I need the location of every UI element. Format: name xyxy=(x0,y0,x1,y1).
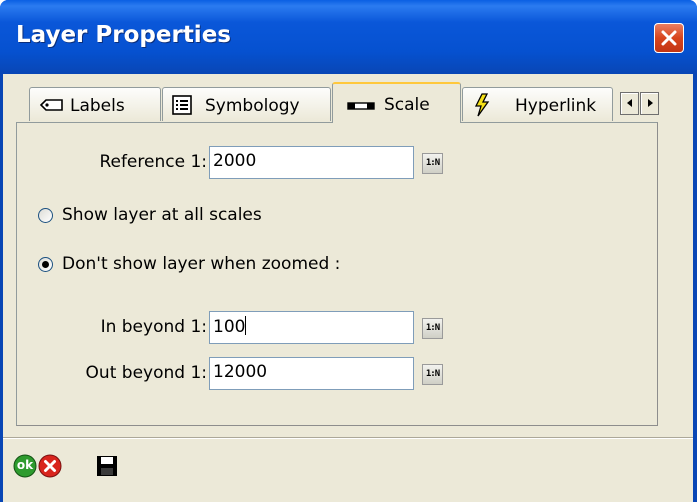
in-beyond-scale-button[interactable]: 1:N xyxy=(422,318,443,339)
scale-bar-icon xyxy=(347,102,375,110)
tab-labels-label: Labels xyxy=(70,96,125,116)
window-border-right xyxy=(693,74,697,502)
out-beyond-label: Out beyond 1: xyxy=(85,363,207,383)
in-beyond-value: 100 xyxy=(213,317,246,337)
dialog-body: Labels Symbology Scale Hyperlink Referen… xyxy=(3,74,693,502)
tab-hyperlink-label: Hyperlink xyxy=(515,96,597,116)
tab-scale-label: Scale xyxy=(384,95,430,115)
reference-scale-input[interactable]: 2000 xyxy=(209,146,414,179)
tab-hyperlink[interactable]: Hyperlink xyxy=(462,87,613,121)
reference-scale-button[interactable]: 1:N xyxy=(422,153,443,174)
text-caret xyxy=(245,316,247,335)
cancel-icon xyxy=(38,454,62,478)
out-beyond-input[interactable]: 12000 xyxy=(209,357,414,390)
scale-tab-panel: Reference 1: 2000 1:N Show layer at all … xyxy=(16,122,658,426)
out-beyond-scale-button[interactable]: 1:N xyxy=(422,364,443,385)
reference-label: Reference 1: xyxy=(99,152,207,172)
arrow-left-icon xyxy=(627,99,632,107)
in-beyond-input[interactable]: 100 xyxy=(209,311,414,344)
tab-labels[interactable]: Labels xyxy=(29,87,161,121)
in-beyond-label: In beyond 1: xyxy=(100,317,207,337)
ok-button[interactable]: ok xyxy=(13,454,37,478)
lightning-icon xyxy=(474,93,490,117)
list-icon xyxy=(172,95,192,115)
arrow-right-icon xyxy=(648,99,653,107)
radio-selected-dot xyxy=(42,261,49,268)
cancel-button[interactable] xyxy=(38,454,62,478)
reference-scale-value: 2000 xyxy=(213,151,257,171)
footer-separator xyxy=(3,437,693,439)
ok-label: ok xyxy=(16,458,34,472)
radio-show-all-scales[interactable] xyxy=(38,208,53,223)
close-button[interactable] xyxy=(654,23,684,53)
title-bar[interactable]: Layer Properties xyxy=(0,0,697,74)
save-button[interactable] xyxy=(96,455,118,477)
tab-scale[interactable]: Scale xyxy=(332,82,461,123)
tab-symbology-label: Symbology xyxy=(205,96,300,116)
show-all-scales-label[interactable]: Show layer at all scales xyxy=(62,205,262,225)
save-disk-icon xyxy=(97,456,117,476)
label-tag-icon xyxy=(40,99,63,111)
radio-dont-show-when-zoomed[interactable] xyxy=(38,257,53,272)
tab-symbology[interactable]: Symbology xyxy=(162,87,331,121)
dont-show-zoomed-label[interactable]: Don't show layer when zoomed : xyxy=(62,254,340,274)
tab-scroll-right-button[interactable] xyxy=(640,92,659,115)
tab-scroll-left-button[interactable] xyxy=(620,92,639,115)
close-icon xyxy=(661,30,677,46)
layer-properties-window: Layer Properties Labels Symbology Scale … xyxy=(0,0,697,502)
out-beyond-value: 12000 xyxy=(213,362,268,382)
window-title: Layer Properties xyxy=(16,22,231,48)
